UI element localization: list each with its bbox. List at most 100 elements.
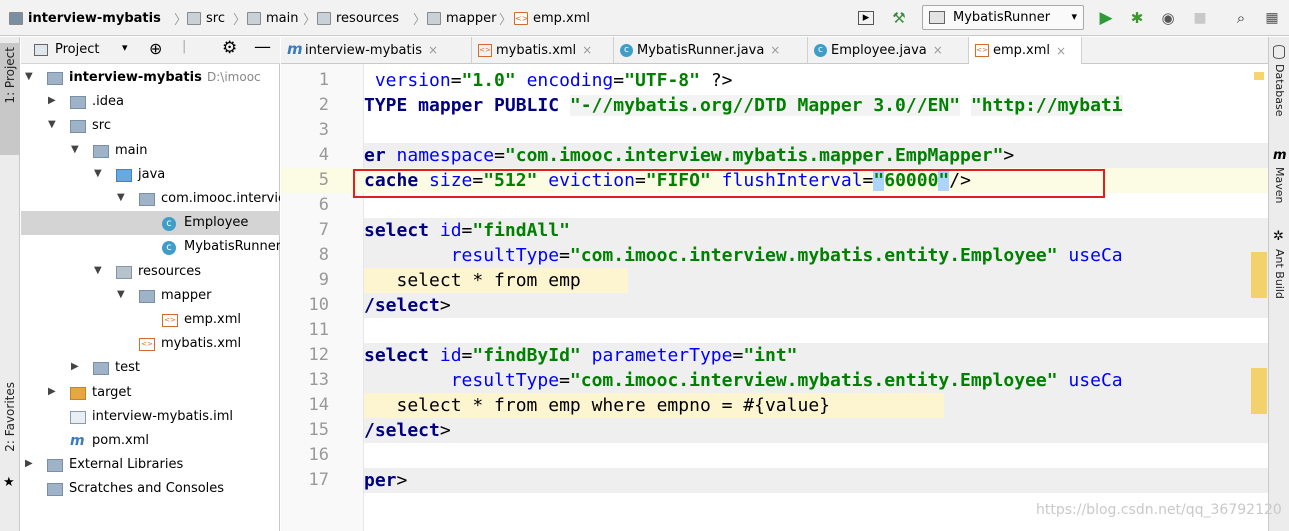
editor-tab[interactable]: <> emp.xml ×	[969, 37, 1082, 64]
tree-item[interactable]: ▼ com.imooc.interview.mybatis	[21, 187, 280, 211]
tree-item[interactable]: <> mybatis.xml	[21, 332, 280, 356]
tree-item[interactable]: ▼ java	[21, 163, 280, 187]
editor-tab[interactable]: m interview-mybatis ×	[281, 37, 472, 63]
chevron-right-icon[interactable]: ▶	[48, 95, 56, 106]
tree-item[interactable]: ▶ test	[21, 356, 280, 380]
breadcrumb-main[interactable]: main	[247, 8, 298, 28]
ant-build-tool-label[interactable]: Ant Build	[1273, 249, 1286, 299]
tree-item[interactable]: ▼ resources	[21, 260, 280, 284]
tree-item-label: target	[92, 384, 132, 400]
navigation-bar: interview-mybatis 〉 src 〉 main 〉 resourc…	[0, 0, 1289, 36]
breadcrumb-separator: 〉	[174, 12, 188, 28]
inspection-status-marker[interactable]	[1254, 72, 1264, 80]
chevron-right-icon[interactable]: ▶	[25, 458, 33, 469]
tree-item[interactable]: ▶ .idea	[21, 90, 280, 114]
scroll-marker[interactable]	[1251, 252, 1267, 298]
tree-item[interactable]: interview-mybatis.iml	[21, 405, 280, 429]
code-editor[interactable]: version="1.0" encoding="UTF-8" ?> TYPE m…	[364, 64, 1268, 531]
folder-icon	[139, 289, 155, 303]
close-icon[interactable]: ×	[770, 43, 780, 57]
stop-icon[interactable]: ■	[1190, 8, 1210, 28]
tree-item[interactable]: ▼ interview-mybatis D:\imooc	[21, 66, 280, 90]
tree-item[interactable]: <> emp.xml	[21, 308, 280, 332]
editor-tab[interactable]: c MybatisRunner.java ×	[614, 37, 808, 63]
line-number: 9	[318, 270, 329, 290]
tree-item-label: com.imooc.interview.mybatis	[161, 191, 280, 206]
build-hammer-icon[interactable]: ⚒	[889, 8, 909, 28]
editor-tabs: m interview-mybatis × <> mybatis.xml × c Mybati…	[281, 37, 1268, 64]
scroll-marker[interactable]	[1251, 368, 1267, 414]
chevron-right-icon[interactable]: ▶	[71, 361, 79, 372]
breadcrumb-mapper[interactable]: mapper	[427, 8, 496, 28]
build-output-icon[interactable]: ▸	[858, 11, 874, 25]
divider: |	[182, 39, 187, 54]
breadcrumb-file[interactable]: <> emp.xml	[514, 8, 590, 28]
chevron-down-icon[interactable]: ▼	[71, 144, 79, 155]
chevron-down-icon[interactable]: ▼	[117, 192, 125, 203]
database-tool-label[interactable]: Database	[1273, 64, 1286, 117]
close-icon[interactable]: ×	[1056, 44, 1066, 58]
tree-item[interactable]: c Employee	[21, 211, 280, 236]
chevron-down-icon[interactable]: ▼	[25, 71, 33, 82]
highlight-annotation-box	[353, 169, 1105, 198]
close-icon[interactable]: ×	[933, 43, 943, 57]
tree-item-label: interview-mybatis.iml	[92, 408, 233, 424]
chevron-down-icon[interactable]: ▼	[94, 168, 102, 179]
line-number: 12	[308, 345, 329, 365]
project-tool-label[interactable]: 1: Project	[3, 47, 17, 104]
run-config-icon	[929, 11, 945, 24]
run-with-coverage-icon[interactable]: ◉	[1158, 8, 1178, 28]
tree-item-path: D:\imooc	[207, 70, 261, 84]
breadcrumb-src[interactable]: src	[187, 8, 225, 28]
tree-item[interactable]: Scratches and Consoles	[21, 477, 280, 501]
tree-item-label: .idea	[92, 94, 124, 110]
project-structure-icon[interactable]: ▦	[1262, 8, 1282, 28]
favorites-tool-label[interactable]: 2: Favorites	[3, 382, 17, 452]
class-icon: c	[814, 43, 827, 57]
hide-panel-icon[interactable]: —	[254, 37, 271, 57]
close-icon[interactable]: ×	[582, 43, 592, 57]
editor-tab-label: interview-mybatis	[305, 42, 422, 58]
tree-item[interactable]: m pom.xml	[21, 429, 280, 453]
iml-file-icon	[70, 410, 86, 424]
folder-icon	[93, 362, 109, 376]
chevron-right-icon[interactable]: ▶	[48, 386, 56, 397]
code-line-7: select id="findAll"	[364, 218, 1268, 243]
tree-item[interactable]: ▼ src	[21, 114, 280, 138]
locate-file-icon[interactable]: ⊕	[149, 39, 162, 58]
chevron-down-icon[interactable]: ▼	[117, 289, 125, 300]
editor-tab[interactable]: c Employee.java ×	[808, 37, 969, 63]
tree-item[interactable]: c MybatisRunner	[21, 235, 280, 259]
xml-file-icon: <>	[162, 314, 178, 327]
line-number: 11	[308, 320, 329, 340]
chevron-down-icon[interactable]: ▼	[48, 119, 56, 130]
code-line-8: resultType="com.imooc.interview.mybatis.…	[364, 243, 1268, 268]
maven-tool-label[interactable]: Maven	[1273, 167, 1286, 203]
tree-item[interactable]: ▼ mapper	[21, 284, 280, 308]
close-icon[interactable]: ×	[428, 43, 438, 57]
editor-tab[interactable]: <> mybatis.xml ×	[472, 37, 614, 63]
tree-item[interactable]: ▶ target	[21, 381, 280, 405]
project-view-selector[interactable]: Project	[55, 42, 99, 57]
search-icon[interactable]: ⌕	[1231, 8, 1251, 28]
breadcrumb-resources[interactable]: resources	[317, 8, 399, 28]
tree-item-label: mapper	[161, 287, 212, 303]
chevron-down-icon: ▾	[1071, 10, 1077, 23]
tree-item[interactable]: ▼ main	[21, 139, 280, 163]
debug-icon[interactable]: ✱	[1127, 8, 1147, 28]
source-folder-icon	[116, 168, 132, 182]
chevron-down-icon[interactable]: ▾	[122, 41, 128, 54]
line-number: 10	[308, 295, 329, 315]
run-icon[interactable]: ▶	[1096, 8, 1116, 28]
tree-item-label: External Libraries	[69, 457, 184, 473]
project-panel-header: Project ▾ ⊕ | ⚙ —	[21, 37, 280, 64]
tree-item[interactable]: ▶ External Libraries	[21, 453, 280, 477]
tree-item-label: java	[138, 166, 166, 182]
line-number: 2	[318, 95, 329, 115]
excluded-folder-icon	[70, 386, 86, 400]
run-configuration-select[interactable]: MybatisRunner ▾	[922, 5, 1084, 30]
code-line-14: select * from emp where empno = #{value}	[364, 393, 1268, 418]
gear-icon[interactable]: ⚙	[222, 38, 237, 58]
chevron-down-icon[interactable]: ▼	[94, 265, 102, 276]
breadcrumb-project[interactable]: interview-mybatis	[9, 8, 161, 28]
